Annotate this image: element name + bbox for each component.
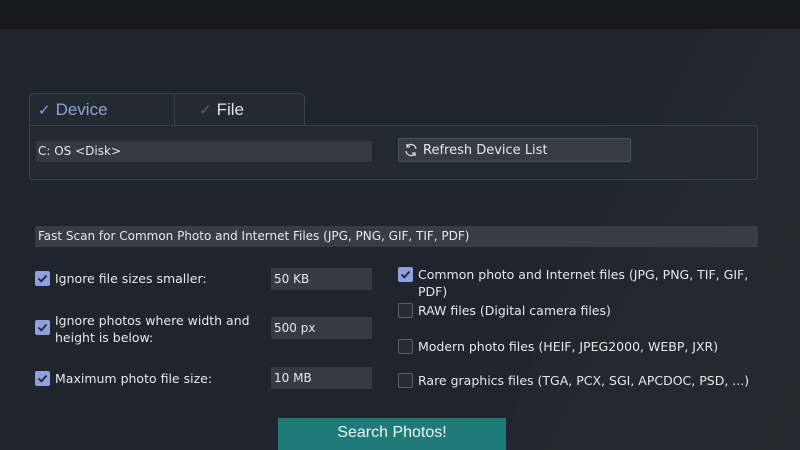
refresh-device-list-button[interactable]: Refresh Device List bbox=[398, 138, 631, 162]
scan-mode-select[interactable]: Fast Scan for Common Photo and Internet … bbox=[35, 226, 758, 247]
refresh-device-list-label: Refresh Device List bbox=[423, 142, 548, 158]
filter-min-dimensions: Ignore photos where width and height is … bbox=[35, 312, 250, 346]
tab-device[interactable]: ✓ Device bbox=[29, 93, 175, 126]
min-size-checkbox[interactable] bbox=[35, 271, 50, 286]
max-size-input[interactable]: 10 MB bbox=[271, 367, 372, 389]
min-dimensions-input[interactable]: 500 px bbox=[271, 317, 372, 339]
rare-files-checkbox[interactable] bbox=[398, 373, 413, 388]
checkmark-icon bbox=[37, 374, 48, 383]
refresh-icon bbox=[405, 143, 417, 157]
filter-min-size: Ignore file sizes smaller: bbox=[35, 270, 255, 287]
filetype-common: Common photo and Internet files (JPG, PN… bbox=[398, 266, 778, 300]
search-photos-button[interactable]: Search Photos! bbox=[278, 418, 506, 450]
min-dimensions-label: Ignore photos where width and height is … bbox=[55, 313, 250, 345]
common-files-label: Common photo and Internet files (JPG, PN… bbox=[418, 267, 749, 299]
check-icon: ✓ bbox=[38, 102, 51, 119]
rare-files-label: Rare graphics files (TGA, PCX, SGI, APCD… bbox=[418, 373, 750, 388]
filetype-raw: RAW files (Digital camera files) bbox=[398, 302, 778, 319]
raw-files-checkbox[interactable] bbox=[398, 303, 413, 318]
modern-files-checkbox[interactable] bbox=[398, 339, 413, 354]
min-dimensions-checkbox[interactable] bbox=[35, 320, 50, 335]
checkmark-icon bbox=[400, 270, 411, 279]
tab-device-label: Device bbox=[55, 100, 108, 119]
device-select[interactable]: C: OS <Disk> bbox=[36, 141, 372, 162]
max-size-checkbox[interactable] bbox=[35, 371, 50, 386]
min-size-label: Ignore file sizes smaller: bbox=[55, 271, 207, 286]
common-files-checkbox[interactable] bbox=[398, 267, 413, 282]
modern-files-label: Modern photo files (HEIF, JPEG2000, WEBP… bbox=[418, 339, 719, 354]
checkmark-icon bbox=[37, 274, 48, 283]
source-tabs: ✓ Device ✓ File bbox=[29, 93, 305, 126]
tab-file-label: File bbox=[216, 100, 244, 119]
check-icon: ✓ bbox=[199, 102, 212, 119]
checkmark-icon bbox=[37, 323, 48, 332]
tab-file[interactable]: ✓ File bbox=[175, 93, 305, 126]
filetype-rare: Rare graphics files (TGA, PCX, SGI, APCD… bbox=[398, 372, 778, 389]
filter-max-size: Maximum photo file size: bbox=[35, 370, 255, 387]
raw-files-label: RAW files (Digital camera files) bbox=[418, 303, 611, 318]
window-top-bar bbox=[0, 0, 800, 29]
filetype-modern: Modern photo files (HEIF, JPEG2000, WEBP… bbox=[398, 338, 778, 355]
min-size-input[interactable]: 50 KB bbox=[271, 268, 372, 290]
max-size-label: Maximum photo file size: bbox=[55, 371, 213, 386]
